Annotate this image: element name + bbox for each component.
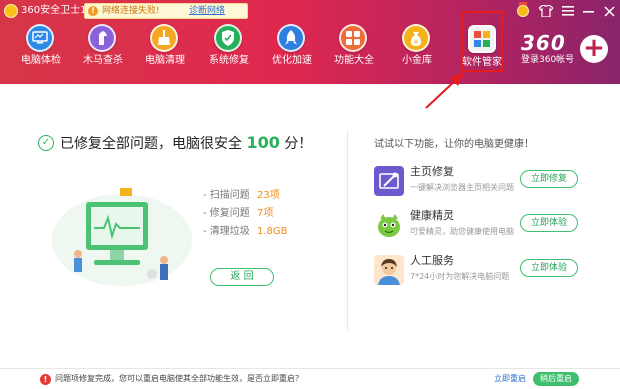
status-message: 已修复全部问题，电脑很安全 100 分！ <box>60 133 312 154</box>
coin-bag-icon: ¥ <box>402 24 430 52</box>
stat-label: - 修复问题 <box>203 208 250 219</box>
tool-optimize-speedup[interactable]: 优化加速 <box>261 22 323 70</box>
tool-label: 小金库 <box>402 55 432 66</box>
main-toolbar: 电脑体检 木马查杀 电脑清理 系统修复 优化加速 功能大全 ¥ 小金库 软件管家… <box>0 11 620 72</box>
tool-software-manager[interactable]: 软件管家 <box>461 11 503 72</box>
feature-homepage-repair: 主页修复 一键解决浏览器主页相关问题 立即修复 <box>374 164 584 200</box>
header: 360安全卫士11 ! 网络连接失败! 诊断网络 电脑体检 木马查杀 电脑清理 … <box>0 0 620 84</box>
network-warning-text: 网络连接失败! <box>102 6 160 16</box>
tool-computer-cleanup[interactable]: 电脑清理 <box>134 22 196 70</box>
login-account-link[interactable]: 登录360帐号 <box>521 54 579 66</box>
restart-later-button[interactable]: 稍后重启 <box>533 372 579 386</box>
tool-all-features[interactable]: 功能大全 <box>323 22 385 70</box>
menu-icon[interactable] <box>560 3 576 19</box>
horse-icon <box>88 24 116 52</box>
back-button[interactable]: 返 回 <box>210 268 274 286</box>
tool-small-treasury[interactable]: ¥ 小金库 <box>386 22 448 70</box>
tool-label: 系统修复 <box>209 55 249 66</box>
stat-label: - 清理垃圾 <box>203 226 250 237</box>
app-logo-icon <box>4 4 18 18</box>
tool-system-repair[interactable]: 系统修复 <box>198 22 260 70</box>
alert-icon: ! <box>40 374 51 385</box>
warning-icon: ! <box>88 6 98 16</box>
repair-now-button[interactable]: 立即修复 <box>520 170 578 188</box>
add-more-button[interactable]: + <box>580 35 608 63</box>
stat-scanned: - 扫描问题 23项 <box>203 187 313 205</box>
repair-stats: - 扫描问题 23项 - 修复问题 7项 - 清理垃圾 1.8GB <box>203 187 313 241</box>
tool-trojan-scan[interactable]: 木马查杀 <box>72 22 134 70</box>
feature-name: 主页修复 <box>410 165 454 178</box>
feature-desc: 可爱精灵，助您健康使用电脑 <box>410 227 514 236</box>
software-manager-icon <box>468 25 496 53</box>
feature-health-sprite: 健康精灵 可爱精灵，助您健康使用电脑 立即体验 <box>374 208 584 244</box>
tool-computer-checkup[interactable]: 电脑体检 <box>10 22 72 70</box>
check-circle-icon: ✓ <box>38 135 54 151</box>
tool-label: 优化加速 <box>272 55 312 66</box>
health-sprite-icon <box>374 210 404 240</box>
monitor-icon <box>26 24 54 52</box>
tool-label: 木马查杀 <box>83 55 123 66</box>
tool-label: 电脑清理 <box>145 55 185 66</box>
title-bar: 360安全卫士11 ! 网络连接失败! 诊断网络 <box>0 0 620 22</box>
restart-now-link[interactable]: 立即重启 <box>494 373 526 385</box>
medal-icon[interactable] <box>516 2 530 18</box>
svg-text:¥: ¥ <box>414 38 419 46</box>
homepage-repair-icon <box>374 166 404 196</box>
network-warning-banner: ! 网络连接失败! 诊断网络 <box>84 3 248 19</box>
feature-name: 健康精灵 <box>410 209 454 222</box>
status-prefix: 已修复全部问题，电脑很安全 <box>60 136 242 152</box>
rocket-icon <box>277 24 305 52</box>
feature-customer-service: 人工服务 7*24小时为您解决电脑问题 立即体验 <box>374 253 584 289</box>
stat-value: 23项 <box>257 190 280 201</box>
feature-desc: 一键解决浏览器主页相关问题 <box>410 183 514 192</box>
stat-cleaned: - 清理垃圾 1.8GB <box>203 223 313 241</box>
stat-value: 1.8GB <box>257 226 288 237</box>
app-title: 360安全卫士11 <box>21 5 93 16</box>
brand-logo: 360 <box>521 31 566 55</box>
try-now-button[interactable]: 立即体验 <box>520 259 578 277</box>
restart-notice: 问题项修复完成，您可以重启电脑使其全部功能生效，是否立即重启？ <box>55 374 303 383</box>
tool-label: 电脑体检 <box>21 55 61 66</box>
grid-icon <box>339 24 367 52</box>
status-score: 100 <box>246 133 280 152</box>
bottom-notice-bar: ! 问题项修复完成，您可以重启电脑使其全部功能生效，是否立即重启？ 立即重启 稍… <box>0 368 620 389</box>
skin-icon[interactable] <box>538 3 554 19</box>
feature-desc: 7*24小时为您解决电脑问题 <box>410 272 510 281</box>
stat-label: - 扫描问题 <box>203 190 250 201</box>
minimize-icon[interactable] <box>581 3 597 19</box>
status-suffix: 分！ <box>284 136 313 152</box>
tool-label: 功能大全 <box>334 55 374 66</box>
annotation-arrow-icon <box>425 72 464 109</box>
feature-name: 人工服务 <box>410 254 454 267</box>
diagnose-network-link[interactable]: 诊断网络 <box>189 4 225 18</box>
close-icon[interactable] <box>601 3 617 19</box>
broom-icon <box>150 24 178 52</box>
try-now-button[interactable]: 立即体验 <box>520 214 578 232</box>
recommend-title: 试试以下功能，让你的电脑更健康！ <box>374 139 534 150</box>
shield-icon <box>214 24 242 52</box>
customer-service-icon <box>374 255 404 285</box>
panel-divider <box>347 130 348 330</box>
stat-value: 7项 <box>257 208 274 219</box>
brand-block: 360 登录360帐号 <box>521 33 579 66</box>
repair-illustration <box>52 188 192 286</box>
stat-repaired: - 修复问题 7项 <box>203 205 313 223</box>
